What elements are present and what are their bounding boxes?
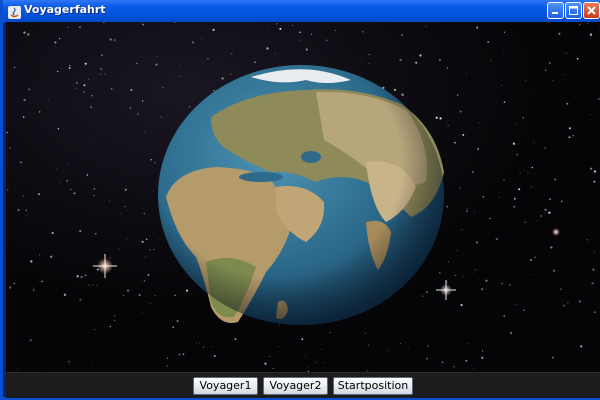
java-app-icon	[8, 4, 21, 19]
minimize-button[interactable]	[547, 2, 564, 19]
earth-globe	[158, 65, 444, 325]
button-panel: Voyager1 Voyager2 Startposition	[6, 372, 600, 398]
startposition-button[interactable]: Startposition	[333, 377, 413, 395]
maximize-button[interactable]	[565, 2, 582, 19]
maximize-icon	[569, 6, 578, 15]
space-view-canvas[interactable]	[6, 22, 600, 372]
voyager2-button[interactable]: Voyager2	[263, 377, 328, 395]
close-icon	[587, 6, 596, 15]
close-button[interactable]	[583, 2, 600, 19]
voyager1-button[interactable]: Voyager1	[193, 377, 258, 395]
title-bar[interactable]: Voyagerfahrt	[3, 0, 600, 23]
app-window: Voyagerfahrt Voyager1 Voyager2 Startposi…	[0, 0, 600, 400]
minimize-icon	[552, 12, 558, 14]
bright-star	[552, 228, 560, 236]
window-title: Voyagerfahrt	[24, 3, 106, 16]
